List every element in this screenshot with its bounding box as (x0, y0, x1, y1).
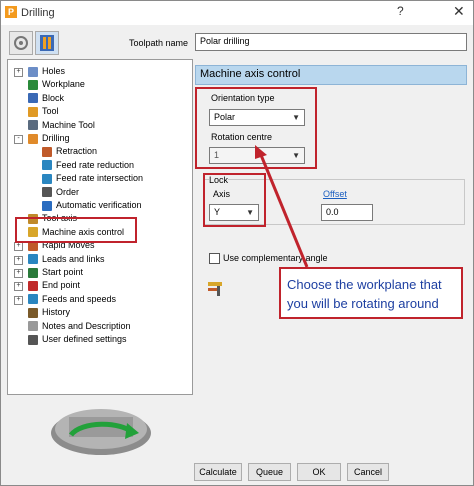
tree-item[interactable]: Feed rate intersection (42, 172, 143, 185)
tree-item-label: Leads and links (42, 253, 105, 264)
orientation-type-label: Orientation type (211, 93, 275, 103)
lock-label: Lock (209, 175, 229, 185)
ok-button[interactable]: OK (297, 463, 341, 481)
strategy-selector-button[interactable] (9, 31, 33, 55)
tree-item-icon (28, 133, 38, 144)
orientation-type-value: Polar (214, 112, 236, 122)
tree-item-label: Start point (42, 267, 84, 277)
tree-item[interactable]: Order (42, 186, 79, 199)
tree-item-label: End point (42, 280, 81, 291)
tree-item-icon (28, 93, 38, 104)
complementary-angle-checkbox[interactable] (209, 253, 220, 264)
tree-item[interactable]: Leads and links (28, 253, 105, 266)
orientation-type-select[interactable]: Polar ▼ (209, 109, 305, 126)
tree-item-label: User defined settings (42, 334, 127, 344)
window-title: Drilling (21, 7, 55, 19)
tree-item-label: Automatic verification (56, 200, 142, 210)
tree-item-icon (28, 307, 38, 318)
cancel-button[interactable]: Cancel (347, 463, 389, 481)
title-bar: P Drilling ? ✕ (1, 1, 473, 25)
callout-arrow (255, 145, 309, 268)
chevron-down-icon: ▼ (292, 113, 300, 122)
tree-item-icon (28, 294, 38, 305)
tree-item-icon (28, 80, 38, 91)
tree-item-label: Retraction (56, 146, 98, 157)
tree-item-label: Tool (42, 106, 59, 117)
tree-expander-icon[interactable]: + (14, 269, 23, 278)
tree-item-label: Feed rate reduction (56, 159, 135, 170)
rotation-centre-value: 1 (214, 150, 220, 160)
tree-item-label: History (42, 307, 71, 318)
tree-item[interactable]: Feed rate reduction (42, 159, 134, 172)
tree-expander-icon[interactable]: + (14, 242, 23, 252)
tree-item[interactable]: Tool (28, 105, 59, 118)
tree-item-label: Workplane (42, 79, 85, 90)
tree-item-icon (28, 321, 38, 332)
tree-highlight-box (15, 217, 137, 243)
tree-item-icon (42, 160, 52, 171)
drilling-dialog: P Drilling ? ✕ Toolpath name Polar drill… (0, 0, 474, 486)
tree-item-label: Machine Tool (42, 119, 95, 130)
tree-item-label: Feeds and speeds (42, 293, 117, 304)
tree-item-label: Block (42, 92, 65, 103)
help-button[interactable]: ? (397, 4, 404, 18)
callout-note: Choose the workplane that you will be ro… (279, 267, 463, 319)
tree-item[interactable]: Machine Tool (28, 119, 95, 132)
tree-item-icon (42, 173, 52, 184)
app-logo-icon: P (5, 6, 17, 18)
tree-item-icon (28, 254, 38, 265)
offset-input[interactable]: 0.0 (321, 204, 373, 221)
tree-item[interactable]: Notes and Description (28, 320, 131, 333)
tree-item-icon (42, 147, 52, 158)
tree-item-label: Notes and Description (42, 320, 131, 331)
tree-item-icon (42, 187, 52, 198)
drilling-strategy-icon (40, 35, 54, 51)
tree-expander-icon[interactable]: + (14, 295, 23, 305)
tree-item[interactable]: Retraction (42, 145, 97, 158)
tree-item[interactable]: History (28, 306, 70, 319)
toolpath-name-input[interactable]: Polar drilling (195, 33, 467, 51)
tree-item-icon (28, 106, 38, 117)
tree-item-label: Order (56, 186, 80, 197)
tree-item[interactable]: Start point (28, 266, 83, 279)
tree-item[interactable]: Block (28, 92, 64, 105)
panel-header: Machine axis control (195, 65, 467, 85)
tree-item[interactable]: Drilling (28, 132, 70, 145)
tree-item-icon (28, 66, 38, 77)
tree-item-label: Holes (42, 66, 66, 76)
drilling-strategy-button[interactable] (35, 31, 59, 55)
tree-expander-icon[interactable]: + (14, 68, 23, 77)
queue-button[interactable]: Queue (248, 463, 291, 481)
tree-expander-icon[interactable]: - (14, 135, 23, 144)
toolpath-name-label: Toolpath name (129, 38, 189, 48)
tree-item-icon (42, 200, 52, 211)
tree-item-label: Drilling (42, 133, 70, 143)
axis-label: Axis (213, 189, 231, 199)
tree-item[interactable]: Feeds and speeds (28, 293, 116, 306)
tree-expander-icon[interactable]: + (14, 282, 23, 292)
tree-expander-icon[interactable]: + (14, 255, 23, 265)
close-button[interactable]: ✕ (453, 3, 465, 20)
tree-item-icon (28, 120, 38, 131)
tree-item-label: Feed rate intersection (56, 173, 144, 184)
tree-item[interactable]: Workplane (28, 78, 85, 91)
machine-axis-icon[interactable] (207, 281, 225, 297)
tree-item[interactable]: User defined settings (28, 333, 127, 346)
tree-item[interactable]: Holes (28, 65, 65, 78)
rotary-table-icon (51, 409, 151, 455)
tree-item-icon (28, 267, 38, 278)
tree-item[interactable]: End point (28, 279, 80, 292)
strategy-selector-icon (14, 36, 28, 50)
tree-item-icon (28, 281, 38, 292)
calculate-button[interactable]: Calculate (194, 463, 242, 481)
tree-item-icon (28, 334, 38, 345)
axis-value: Y (214, 207, 221, 217)
offset-link[interactable]: Offset (323, 189, 347, 199)
tree-item[interactable]: Automatic verification (42, 199, 142, 212)
